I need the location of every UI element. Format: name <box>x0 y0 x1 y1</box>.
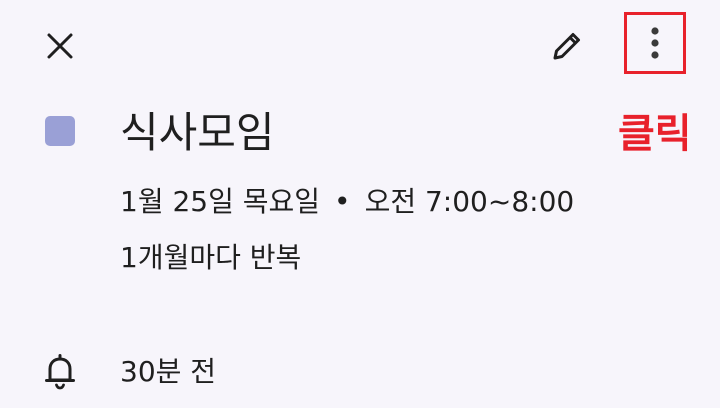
close-icon <box>47 33 73 59</box>
pencil-icon <box>553 33 580 60</box>
reminder-text: 30분 전 <box>120 355 217 388</box>
event-repeat: 1개월마다 반복 <box>120 241 302 274</box>
datetime-separator: • <box>334 185 351 218</box>
edit-button[interactable] <box>543 22 591 70</box>
close-button[interactable] <box>36 22 84 70</box>
reminder-icon-container <box>40 350 80 394</box>
bell-icon <box>45 354 75 390</box>
click-annotation-label: 클릭 <box>618 111 692 157</box>
event-time: 오전 7:00~8:00 <box>364 185 575 218</box>
event-title: 식사모임 <box>120 108 275 157</box>
event-color-swatch <box>45 116 75 146</box>
more-options-button[interactable] <box>624 12 686 74</box>
more-vert-icon <box>651 27 659 59</box>
event-date: 1월 25일 목요일 <box>120 185 321 218</box>
event-datetime: 1월 25일 목요일 • 오전 7:00~8:00 <box>120 182 574 222</box>
